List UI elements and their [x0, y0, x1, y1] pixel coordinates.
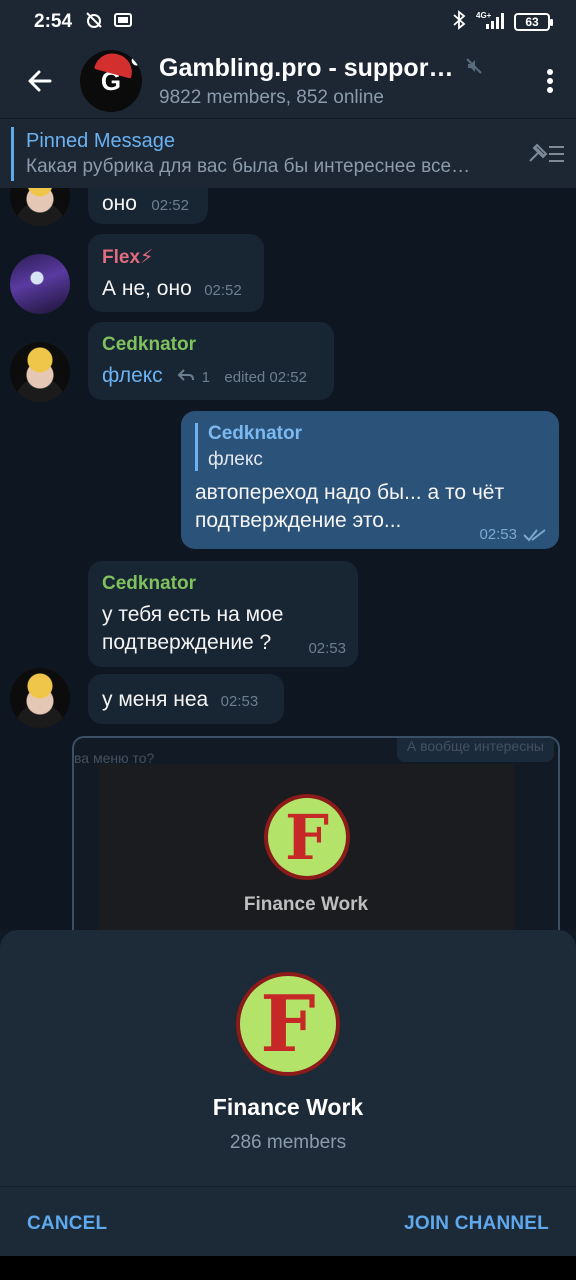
group-avatar[interactable]: G [80, 50, 142, 112]
message-text: оно [102, 192, 137, 215]
message-list[interactable]: оно 02:52 Flex⚡ А не, оно 02:52 Cedknato… [0, 188, 576, 930]
join-channel-button[interactable]: JOIN CHANNEL [404, 1213, 549, 1235]
battery-icon: 63 [514, 13, 553, 31]
message-bubble[interactable]: Cedknator флекс 1 edited 02:52 [88, 322, 334, 400]
media-inner: F Finance Work [98, 764, 514, 930]
channel-logo-letter: F [240, 976, 336, 1072]
pinned-message-bar[interactable]: Pinned Message Какая рубрика для вас был… [0, 118, 576, 188]
message-text: флекс [102, 364, 163, 387]
chat-subtitle: 9822 members, 852 online [159, 86, 384, 108]
message-time: 02:53 [220, 693, 259, 710]
ge-badge-icon [114, 12, 133, 32]
message-time: 02:53 [308, 640, 346, 657]
reply-text: флекс [208, 449, 263, 470]
avatar[interactable] [10, 668, 70, 728]
pinned-title: Pinned Message [26, 129, 175, 152]
message-time: 02:52 [204, 282, 242, 299]
message-text: у тебя есть на мое подтверждение ? [102, 603, 284, 654]
more-vert-icon [547, 69, 553, 93]
message-time: 02:52 [151, 197, 189, 214]
message-time: 02:53 [479, 526, 517, 543]
cancel-button[interactable]: CANCEL [27, 1213, 107, 1235]
message-bubble[interactable]: Cedknator у тебя есть на мое подтвержден… [88, 561, 358, 667]
sender-name[interactable]: Cedknator [102, 573, 344, 595]
finance-work-logo: F [264, 794, 350, 880]
media-ghost-text: А вообще интересны [396, 738, 554, 762]
muted-icon [465, 57, 483, 80]
channel-members: 286 members [229, 1132, 347, 1153]
reply-sender: Cedknator [208, 423, 302, 444]
message-time: edited 02:52 [224, 369, 307, 386]
chat-header: G Gambling.pro - support… 9822 members, … [0, 44, 576, 118]
avatar[interactable] [10, 254, 70, 314]
sender-name[interactable]: Flex⚡ [102, 246, 250, 269]
chat-title: Gambling.pro - support… [159, 53, 455, 82]
chat-info[interactable]: Gambling.pro - support… 9822 members, 85… [159, 54, 524, 109]
reply-count-label: 1 [201, 369, 210, 386]
pinned-list-button[interactable] [516, 141, 576, 167]
system-nav-bar [0, 1256, 576, 1280]
status-time: 2:54 [34, 11, 73, 32]
channel-avatar: F [236, 972, 340, 1076]
reply-quote[interactable]: Cedknator флекс [195, 423, 545, 471]
screen: 2:54 4G+ 63 G Gambling.pro - support… 98… [0, 0, 576, 1280]
reply-arrow-icon [177, 369, 195, 381]
read-checkmarks-icon [523, 528, 546, 541]
bluetooth-icon [452, 9, 466, 35]
sender-name[interactable]: Cedknator [102, 334, 320, 356]
pin-list-icon [529, 143, 564, 162]
avatar[interactable] [10, 342, 70, 402]
network-label: 4G+ [476, 11, 492, 20]
sheet-actions: CANCEL JOIN CHANNEL [0, 1186, 576, 1260]
alarm-off-icon [84, 10, 104, 35]
message-bubble[interactable]: Flex⚡ А не, оно 02:52 [88, 234, 264, 312]
message-bubble[interactable]: оно 02:52 [88, 188, 208, 224]
status-bar: 2:54 4G+ 63 [0, 0, 576, 44]
media-preview[interactable]: ва меню то? А вообще интересны F Finance… [72, 736, 560, 930]
avatar[interactable] [10, 188, 70, 226]
back-button[interactable] [0, 44, 80, 118]
finance-work-logo-inner: F [268, 798, 346, 876]
message-text: у меня неа [102, 688, 209, 711]
pinned-text: Какая рубрика для вас была бы интереснее… [26, 155, 471, 177]
message-text: А не, оно [102, 277, 192, 300]
outgoing-message-bubble[interactable]: Cedknator флекс автопереход надо бы... а… [181, 411, 559, 549]
signal-icon: 4G+ [476, 10, 504, 35]
more-menu-button[interactable] [524, 44, 576, 118]
message-bubble[interactable]: у меня неа 02:53 [88, 674, 284, 724]
channel-title: Finance Work [212, 1094, 364, 1120]
reply-count[interactable]: 1 [177, 369, 214, 386]
media-label: Finance Work [243, 894, 369, 915]
back-arrow-icon [28, 70, 52, 92]
join-channel-sheet: F Finance Work 286 members CANCEL JOIN C… [0, 930, 576, 1280]
pinned-indicator [11, 126, 14, 181]
